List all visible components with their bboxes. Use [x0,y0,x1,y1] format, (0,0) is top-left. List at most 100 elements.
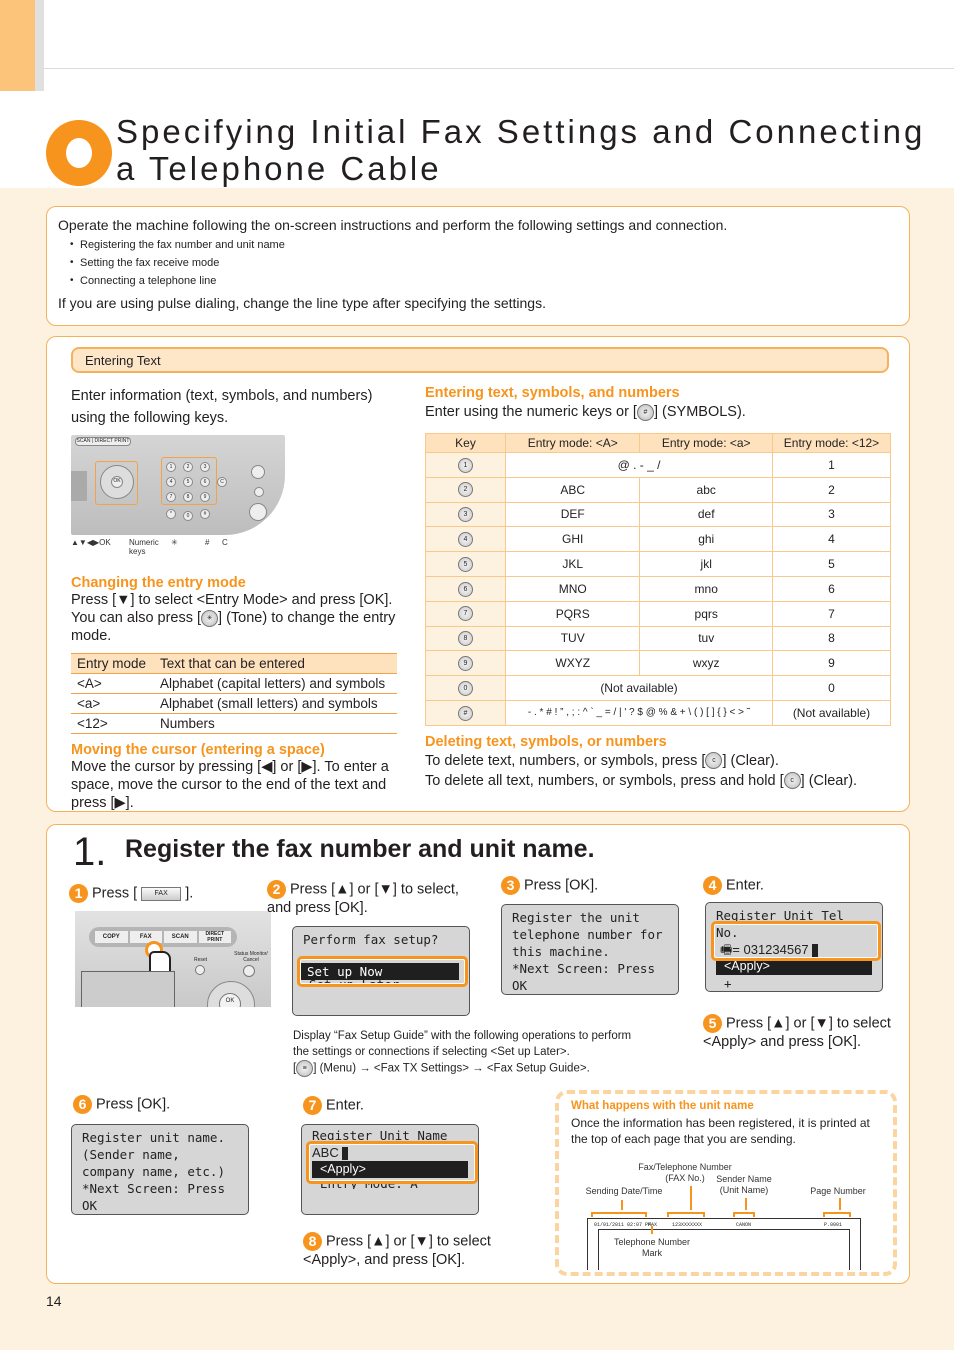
lcd-line: Register unit name. [82,1130,225,1145]
moving-cursor-text: Move the cursor by pressing [◀] or [▶]. … [71,759,389,812]
highlight-frame [306,1141,478,1184]
tone-key-label: ✳ [171,538,178,547]
entering-text-box: Entering Text Enter information (text, s… [46,336,910,812]
step-6: 6 Press [OK]. [73,1095,170,1114]
sample-page: P.0001 [824,1222,843,1228]
table-cell: <12> [71,713,155,735]
table-cell: TUV [504,625,641,652]
key-labels: ▲▼◀▶OK Numeric keys ✳ # C [71,538,401,556]
key-entry-table: Key Entry mode: <A> Entry mode: <a> Entr… [425,433,891,726]
sample-date: 01/01/2011 02:07 PM [594,1222,652,1228]
fax-setup-guide-note: Display “Fax Setup Guide” with the follo… [293,1028,643,1077]
callout-line [690,1186,692,1210]
key-0: 0 [183,511,193,521]
menu-key-icon: ≡ [296,1060,314,1077]
display-illustration [81,971,175,1007]
list-item: Setting the fax receive mode [70,257,898,269]
step-number-badge: 3 [501,876,520,895]
key-1-icon: 1 [458,457,473,473]
column-header: Entry mode: <a> [639,433,773,453]
step-number-badge: 6 [73,1095,92,1114]
key-7: 7 [166,492,176,502]
table-row: 3 DEF def 3 [425,501,891,528]
key-2: 2 [183,462,193,472]
sample-fax-number: 123XXXXXXX [672,1222,703,1228]
entering-text-right-column: Entering text, symbols, and numbers Ente… [425,385,891,790]
chapter-tab [0,0,35,91]
step-7: 7 Enter. [303,1096,364,1115]
moving-cursor-heading: Moving the cursor (entering a space) [71,742,325,759]
table-cell: 9 [772,650,891,677]
key-8-icon: 8 [458,631,473,647]
step-2: 2 Press [▲] or [▼] to select, and press [… [267,880,459,917]
key-cell: 0 [425,675,506,701]
fax-button-icon: FAX [141,886,182,901]
symbols-heading: Entering text, symbols, and numbers [425,385,680,401]
table-cell: Alphabet (small letters) and symbols [154,693,397,715]
key-cell: 8 [425,625,506,652]
lcd-line: *Next Screen: Press OK [512,961,655,993]
copy-button: COPY [95,931,128,943]
table-cell: MNO [504,575,641,602]
key-1: 1 [166,462,176,472]
callout-line [651,1226,653,1234]
table-cell: 1 [772,452,891,478]
stop-key [254,487,264,497]
deleting-heading: Deleting text, symbols, or numbers [425,733,667,750]
callout-bracket [733,1212,755,1217]
key-3-icon: 3 [458,507,473,523]
lcd-line: + [724,976,732,991]
scan-print-buttons: SCAN | DIRECT PRINT [75,437,131,446]
callout-bracket [591,1212,647,1217]
unit-name-info-box: What happens with the unit name Once the… [555,1090,897,1276]
column-header: Text that can be entered [154,653,397,675]
step-1: 1 Press [ FAX ]. [69,884,193,903]
symbols-text: Enter using the numeric keys or [#] (SYM… [425,403,746,421]
left-arrow-icon: ◀ [261,759,273,776]
up-arrow-icon: ▲ [771,1015,786,1032]
control-panel-illustration: SCAN | DIRECT PRINT OK 1 2 3 4 5 6 7 8 9… [71,435,285,535]
secure-print-key [251,465,265,479]
reset-key [195,965,205,975]
hash-key-icon: # [636,403,654,421]
date-time-label: Sending Date/Time [585,1186,663,1196]
key-cell: 2 [425,476,506,503]
lcd-line: *Next Screen: Press OK [82,1181,225,1213]
sender-name-label: Sender Name (Unit Name) [716,1174,772,1195]
table-cell: (Not available) [772,699,891,726]
lcd-title: Perform fax setup? [303,932,439,947]
list-item: Registering the fax number and unit name [70,239,898,251]
key-4-icon: 4 [458,531,473,547]
key-hash-icon: # [458,705,473,721]
table-cell: def [639,501,773,528]
changing-mode-heading: Changing the entry mode [71,575,246,591]
down-arrow-icon: ▼ [814,1015,829,1032]
step-number-badge: 1 [69,884,88,903]
intro-lead: Operate the machine following the on-scr… [58,217,728,233]
key-cell: 1 [425,452,506,478]
page-number: 14 [46,1293,62,1309]
key-5-icon: 5 [458,556,473,572]
key-cell: 3 [425,501,506,528]
key-cell: 7 [425,600,506,627]
lcd-line: (Sender name, [82,1147,180,1162]
page-title: Specifying Initial Fax Settings and Conn… [116,113,926,187]
table-row: 1 @ . - _ /1 [425,452,891,478]
step-8: 8 Press [▲] or [▼] to select <Apply>, and… [303,1232,491,1269]
table-cell: abc [639,476,773,503]
key-6: 6 [200,477,210,487]
lcd-line: telephone number for [512,927,663,942]
entry-mode-table: Entry mode Text that can be entered <A> Al… [71,653,397,735]
key-hash: # [200,509,210,519]
table-cell: wxyz [639,650,773,677]
lcd-register-unit-info: Register unit name. (Sender name, compan… [71,1124,249,1215]
key-9: 9 [200,492,210,502]
column-header: Entry mode: <A> [504,433,641,453]
section-title: Register the fax number and unit name. [125,835,595,863]
table-cell: 2 [772,476,891,503]
telephone-mark-label: Telephone Number Mark [613,1237,691,1258]
table-header-row: Entry mode Text that can be entered [71,653,397,675]
table-row: 0 (Not available) 0 [425,675,891,701]
table-row: 5 JKL jkl 5 [425,551,891,577]
title-bullet-icon [46,120,112,186]
